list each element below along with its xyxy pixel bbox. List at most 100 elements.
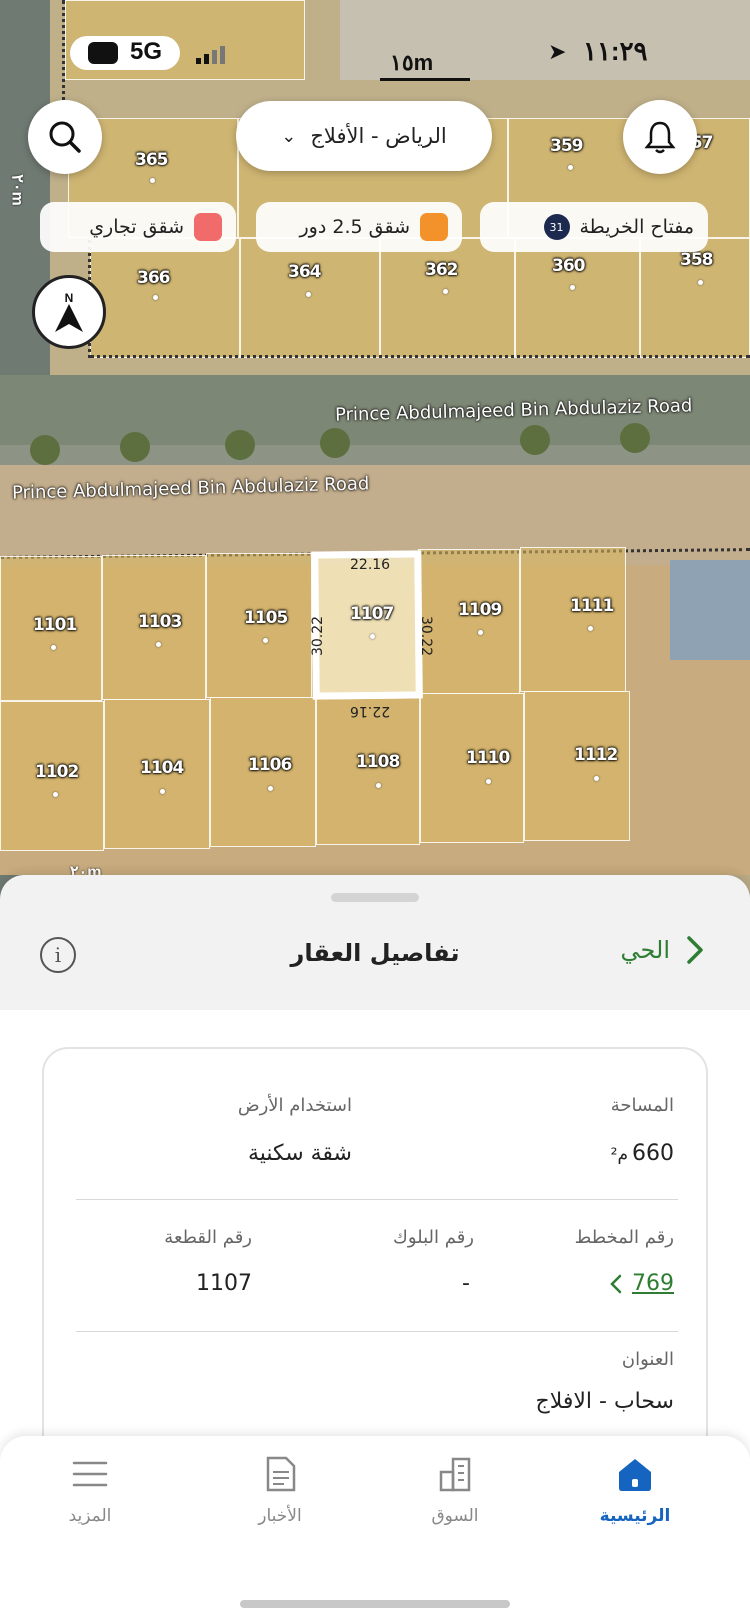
- plot-parcel[interactable]: [380, 238, 515, 358]
- nav-market-label: السوق: [431, 1506, 479, 1526]
- bell-icon: [644, 121, 676, 154]
- building-icon: [439, 1457, 471, 1492]
- block-number-label: رقم البلوك: [392, 1227, 474, 1248]
- block-number-value: -: [462, 1271, 470, 1296]
- search-icon: [49, 121, 81, 153]
- area-value: 660: [632, 1141, 674, 1166]
- nav-market[interactable]: السوق: [385, 1436, 525, 1546]
- plot-label: 1107: [350, 604, 394, 624]
- plot-centroid: [568, 165, 573, 170]
- plot-label: 1109: [458, 600, 502, 620]
- plot-dimension-right: 30.22: [418, 615, 435, 657]
- block-boundary: [90, 355, 750, 358]
- plot-number-label: رقم القطعة: [164, 1227, 252, 1248]
- plot-centroid: [150, 178, 155, 183]
- scale-label-left: ٢٠m: [8, 174, 26, 206]
- nav-more-label: المزيد: [68, 1506, 112, 1526]
- city-selector[interactable]: ⌄ الرياض - الأفلاج: [236, 101, 492, 171]
- home-icon: [619, 1459, 651, 1491]
- notifications-button[interactable]: [623, 100, 697, 174]
- legend-swatch-red: [194, 213, 222, 241]
- plot-label: 1104: [140, 758, 184, 778]
- address-label: العنوان: [621, 1349, 674, 1370]
- chevron-right-icon: [687, 936, 703, 964]
- search-button[interactable]: [28, 100, 102, 174]
- plot-label: 1102: [35, 762, 79, 782]
- signal-icon: [196, 46, 225, 64]
- plot-centroid: [376, 783, 381, 788]
- sheet-header: i تفاصيل العقار الحي: [0, 925, 750, 1005]
- plot-parcel[interactable]: [520, 547, 626, 692]
- plot-centroid: [370, 634, 375, 639]
- land-use-label: استخدام الأرض: [237, 1095, 352, 1116]
- divider: [76, 1199, 678, 1200]
- plot-label: 1106: [248, 755, 292, 775]
- nav-news-label: الأخبار: [258, 1506, 302, 1526]
- plot-centroid: [153, 295, 158, 300]
- plot-centroid: [486, 779, 491, 784]
- city-selector-label: الرياض - الأفلاج: [310, 124, 447, 148]
- tree: [120, 432, 150, 462]
- plot-parcel[interactable]: [240, 238, 380, 358]
- plot-label: 1112: [574, 745, 618, 765]
- area-label: المساحة: [610, 1095, 674, 1116]
- tree: [30, 435, 60, 465]
- plot-number-value: 1107: [196, 1271, 252, 1296]
- plot-label: 1111: [570, 596, 614, 616]
- location-arrow-icon: ➤: [548, 40, 567, 65]
- plot-label: 1103: [138, 612, 182, 632]
- nav-home[interactable]: الرئيسية: [565, 1436, 705, 1546]
- bottom-navigation: الرئيسية السوق الأخبار المزيد: [0, 1436, 750, 1623]
- status-time: ١١:٢٩: [583, 36, 648, 66]
- area-unit: م²: [610, 1145, 628, 1165]
- plot-centroid: [51, 645, 56, 650]
- map-legend-key-button[interactable]: مفتاح الخريطة 31: [480, 202, 708, 252]
- map-building: [670, 560, 750, 660]
- plot-dimension-top: 22.16: [350, 557, 391, 573]
- nav-news[interactable]: الأخبار: [210, 1436, 350, 1546]
- plan-number-link[interactable]: 769: [610, 1271, 674, 1296]
- plot-centroid: [698, 280, 703, 285]
- plot-parcel[interactable]: [420, 693, 524, 843]
- address-value: سحاب - الافلاج: [535, 1389, 674, 1414]
- map-scale-bar: [380, 78, 470, 81]
- chevron-left-icon: [610, 1274, 622, 1293]
- legend-label: شقق تجاري: [89, 216, 184, 238]
- sheet-drag-handle[interactable]: [331, 893, 419, 902]
- plot-parcel[interactable]: [524, 691, 630, 841]
- legend-item-commercial[interactable]: شقق تجاري: [40, 202, 236, 252]
- plot-label: 364: [288, 262, 321, 282]
- compass-button[interactable]: N: [32, 275, 106, 349]
- map-legend-key-label: مفتاح الخريطة: [579, 216, 695, 238]
- plot-dimension-bottom: 22.16: [350, 703, 391, 719]
- nav-more[interactable]: المزيد: [20, 1436, 160, 1546]
- plot-centroid: [156, 642, 161, 647]
- divider: [76, 1331, 678, 1332]
- plot-label: 365: [135, 150, 168, 170]
- plot-centroid: [160, 789, 165, 794]
- plot-label: 366: [137, 268, 170, 288]
- area-value-group: 660 م²: [611, 1141, 674, 1166]
- plan-number-value: 769: [632, 1271, 674, 1296]
- network-type: 5G: [130, 38, 163, 65]
- map-view[interactable]: 365 366 364 362 360 358 359 357 Prince A…: [0, 0, 750, 920]
- nav-home-label: الرئيسية: [599, 1506, 671, 1526]
- legend-item-residential-2-5[interactable]: شقق 2.5 دور: [256, 202, 462, 252]
- plot-centroid: [263, 638, 268, 643]
- plot-centroid: [306, 292, 311, 297]
- news-icon: [266, 1456, 296, 1492]
- plot-centroid: [443, 289, 448, 294]
- plot-label: 359: [550, 136, 583, 156]
- plan-number-label: رقم المخطط: [574, 1227, 674, 1248]
- plot-label: 1105: [244, 608, 288, 628]
- tree: [620, 423, 650, 453]
- plot-parcel[interactable]: [90, 238, 240, 358]
- map-scale-label: ١٥m: [390, 50, 434, 75]
- plot-centroid: [268, 786, 273, 791]
- home-indicator: [240, 1600, 510, 1608]
- legend-label: شقق 2.5 دور: [299, 216, 411, 238]
- status-pill: [70, 36, 180, 70]
- plot-label: 360: [552, 256, 585, 276]
- plot-label: 358: [680, 250, 713, 270]
- neighborhood-link[interactable]: الحي: [621, 935, 704, 965]
